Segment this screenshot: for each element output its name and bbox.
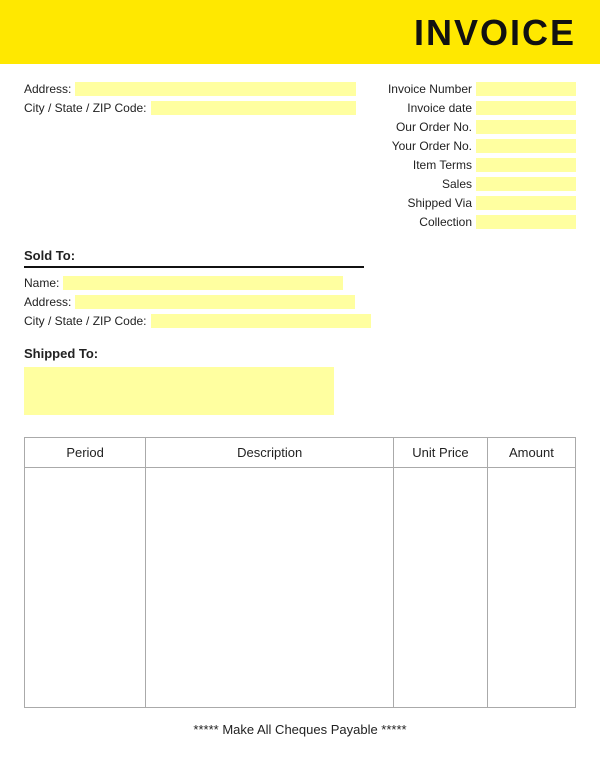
- from-address-label: Address:: [24, 82, 71, 96]
- from-address-section: Address: City / State / ZIP Code:: [24, 82, 356, 234]
- line-items-table-section: Period Description Unit Price Amount: [0, 437, 600, 708]
- from-address-row: Address:: [24, 82, 356, 96]
- invoice-fields-section: Invoice Number Invoice date Our Order No…: [356, 82, 576, 234]
- footer-text: ***** Make All Cheques Payable *****: [193, 722, 406, 737]
- collection-row: Collection: [356, 215, 576, 229]
- collection-label: Collection: [419, 215, 472, 229]
- item-terms-input[interactable]: [476, 158, 576, 172]
- item-terms-row: Item Terms: [356, 158, 576, 172]
- your-order-label: Your Order No.: [392, 139, 472, 153]
- top-content: Address: City / State / ZIP Code: Invoic…: [0, 64, 600, 415]
- from-city-input[interactable]: [151, 101, 357, 115]
- shipped-to-label: Shipped To:: [24, 346, 576, 361]
- our-order-input[interactable]: [476, 120, 576, 134]
- shipped-to-input[interactable]: [24, 367, 334, 415]
- invoice-date-row: Invoice date: [356, 101, 576, 115]
- from-city-row: City / State / ZIP Code:: [24, 101, 356, 115]
- page-header: INVOICE: [0, 0, 600, 64]
- invoice-title: INVOICE: [24, 12, 576, 54]
- shipped-to-section: Shipped To:: [24, 346, 576, 415]
- from-city-label: City / State / ZIP Code:: [24, 101, 147, 115]
- invoice-date-label: Invoice date: [407, 101, 472, 115]
- sales-row: Sales: [356, 177, 576, 191]
- invoice-number-input[interactable]: [476, 82, 576, 96]
- col-period-header: Period: [25, 438, 146, 468]
- col-amount-header: Amount: [487, 438, 575, 468]
- sold-to-name-row: Name:: [24, 276, 576, 290]
- unit-price-cell[interactable]: [394, 468, 488, 708]
- page-footer: ***** Make All Cheques Payable *****: [0, 722, 600, 751]
- period-cell[interactable]: [25, 468, 146, 708]
- line-items-table: Period Description Unit Price Amount: [24, 437, 576, 708]
- your-order-input[interactable]: [476, 139, 576, 153]
- description-cell[interactable]: [146, 468, 394, 708]
- your-order-row: Your Order No.: [356, 139, 576, 153]
- shipped-via-row: Shipped Via: [356, 196, 576, 210]
- sales-label: Sales: [442, 177, 472, 191]
- sold-to-address-row: Address:: [24, 295, 576, 309]
- top-section: Address: City / State / ZIP Code: Invoic…: [24, 82, 576, 234]
- our-order-label: Our Order No.: [396, 120, 472, 134]
- our-order-row: Our Order No.: [356, 120, 576, 134]
- sold-to-section: Sold To: Name: Address: City / State / Z…: [24, 248, 576, 328]
- sold-to-city-label: City / State / ZIP Code:: [24, 314, 147, 328]
- table-row: [25, 468, 576, 708]
- shipped-via-input[interactable]: [476, 196, 576, 210]
- sold-to-name-label: Name:: [24, 276, 59, 290]
- item-terms-label: Item Terms: [413, 158, 472, 172]
- sold-to-city-row: City / State / ZIP Code:: [24, 314, 576, 328]
- sold-to-fields: Name: Address: City / State / ZIP Code:: [24, 276, 576, 328]
- invoice-date-input[interactable]: [476, 101, 576, 115]
- sold-to-address-input[interactable]: [75, 295, 355, 309]
- sold-to-address-label: Address:: [24, 295, 71, 309]
- col-unit-price-header: Unit Price: [394, 438, 488, 468]
- col-description-header: Description: [146, 438, 394, 468]
- sold-to-city-input[interactable]: [151, 314, 371, 328]
- amount-cell[interactable]: [487, 468, 575, 708]
- sales-input[interactable]: [476, 177, 576, 191]
- from-address-input[interactable]: [75, 82, 356, 96]
- sold-to-name-input[interactable]: [63, 276, 343, 290]
- invoice-number-label: Invoice Number: [388, 82, 472, 96]
- invoice-number-row: Invoice Number: [356, 82, 576, 96]
- shipped-via-label: Shipped Via: [408, 196, 473, 210]
- table-header-row: Period Description Unit Price Amount: [25, 438, 576, 468]
- collection-input[interactable]: [476, 215, 576, 229]
- sold-to-label: Sold To:: [24, 248, 364, 268]
